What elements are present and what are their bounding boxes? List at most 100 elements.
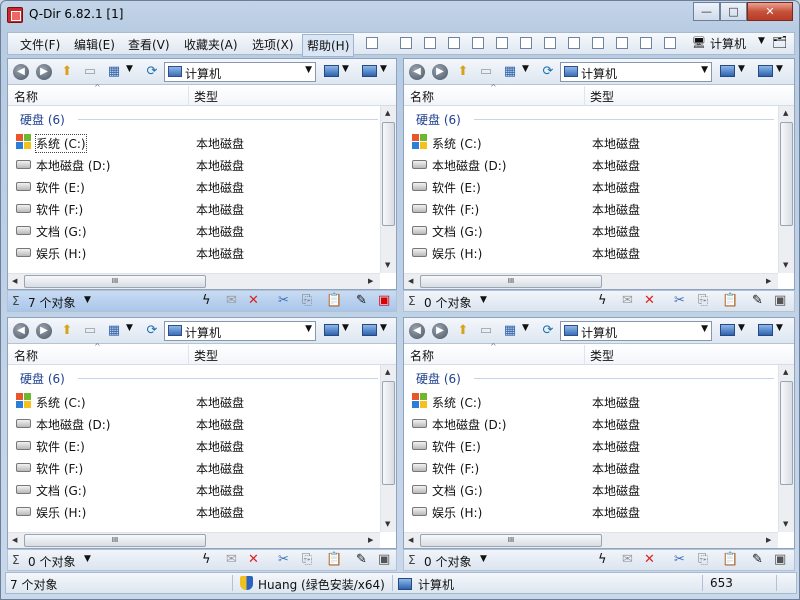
view-icon[interactable]: ▦ (106, 323, 122, 339)
scroll-right-icon[interactable]: ▶ (368, 277, 373, 285)
edit-icon[interactable]: ✎ (356, 553, 367, 567)
minimize-button[interactable]: — (693, 2, 720, 21)
hscroll-thumb[interactable]: III (420, 275, 602, 288)
network-dropdown-icon[interactable]: ▼ (776, 323, 783, 333)
mail-icon[interactable]: ✉ (226, 294, 237, 308)
count-dropdown-icon[interactable]: ▼ (480, 295, 487, 305)
delete-icon[interactable]: ✕ (644, 553, 655, 567)
monitor-dropdown-icon[interactable]: ▼ (738, 64, 745, 74)
list-item[interactable]: 系统 (C:) 本地磁盘 (16, 133, 376, 153)
view-icon[interactable]: ▦ (502, 64, 518, 80)
paste-icon[interactable]: 📋 (326, 553, 342, 567)
refresh-icon[interactable]: ⟳ (540, 64, 556, 80)
address-dropdown-icon[interactable]: ▼ (305, 324, 312, 334)
back-icon[interactable]: ◀ (409, 64, 425, 80)
view-dropdown-icon[interactable]: ▼ (126, 323, 133, 333)
flash-icon[interactable]: ϟ (598, 294, 607, 308)
list-item[interactable]: 系统 (C:) 本地磁盘 (16, 392, 376, 412)
list-item[interactable]: 文档 (G:) 本地磁盘 (412, 221, 772, 241)
mail-icon[interactable]: ✉ (622, 553, 633, 567)
list-item[interactable]: 软件 (F:) 本地磁盘 (412, 199, 772, 219)
pane-icon[interactable]: ▣ (774, 294, 786, 308)
list-item[interactable]: 软件 (E:) 本地磁盘 (16, 177, 376, 197)
count-dropdown-icon[interactable]: ▼ (480, 554, 487, 564)
back-icon[interactable]: ◀ (13, 323, 29, 339)
column-type[interactable]: 类型 (194, 88, 218, 105)
group-header[interactable]: 硬盘 (6) (416, 111, 461, 128)
monitor-icon[interactable] (324, 324, 339, 336)
address-bar[interactable]: 计算机 ▼ (164, 62, 316, 82)
layout-2-icon[interactable] (400, 37, 412, 49)
new-folder-icon[interactable]: ▭ (82, 323, 98, 339)
column-name[interactable]: 名称 (410, 88, 434, 105)
menu-favorites[interactable]: 收藏夹(A) (184, 36, 238, 53)
pane-icon[interactable]: ▣ (774, 553, 786, 567)
scroll-left-icon[interactable]: ◀ (12, 277, 17, 285)
scroll-up-icon[interactable]: ▲ (385, 109, 390, 117)
layout-11-icon[interactable] (616, 37, 628, 49)
count-dropdown-icon[interactable]: ▼ (84, 554, 91, 564)
vertical-scrollbar[interactable]: ▲ ▼ (778, 106, 794, 273)
list-item[interactable]: 软件 (F:) 本地磁盘 (412, 458, 772, 478)
scroll-up-icon[interactable]: ▲ (783, 109, 788, 117)
up-folder-icon[interactable]: ⬆ (455, 323, 471, 339)
horizontal-scrollbar[interactable]: ◀ III ▶ (404, 273, 778, 289)
refresh-icon[interactable]: ⟳ (144, 64, 160, 80)
horizontal-scrollbar[interactable]: ◀ III ▶ (8, 273, 380, 289)
mail-icon[interactable]: ✉ (622, 294, 633, 308)
delete-icon[interactable]: ✕ (644, 294, 655, 308)
layout-9-icon[interactable] (568, 37, 580, 49)
scroll-down-icon[interactable]: ▼ (385, 520, 390, 528)
scroll-left-icon[interactable]: ◀ (408, 536, 413, 544)
pane-icon[interactable]: ▣ (378, 553, 390, 567)
layout-8-icon[interactable] (544, 37, 556, 49)
list-item[interactable]: 文档 (G:) 本地磁盘 (16, 221, 376, 241)
column-separator[interactable] (188, 86, 189, 106)
paste-icon[interactable]: 📋 (722, 294, 738, 308)
back-icon[interactable]: ◀ (409, 323, 425, 339)
list-item[interactable]: 本地磁盘 (D:) 本地磁盘 (16, 414, 376, 434)
copy-icon[interactable]: ⎘ (698, 553, 708, 567)
pane-top-left[interactable]: ◀ ▶ ⬆ ▭ ▦ ▼ ⟳ 计算机 ▼ ▼ ▼ ^ 名称 类型 硬盘 (6) 系… (7, 58, 397, 290)
address-bar[interactable]: 计算机 ▼ (560, 62, 712, 82)
list-item[interactable]: 本地磁盘 (D:) 本地磁盘 (412, 155, 772, 175)
vertical-scrollbar[interactable]: ▲ ▼ (380, 106, 396, 273)
copy-icon[interactable]: ⎘ (302, 553, 312, 567)
list-item[interactable]: 本地磁盘 (D:) 本地磁盘 (16, 155, 376, 175)
paste-icon[interactable]: 📋 (722, 553, 738, 567)
forward-icon[interactable]: ▶ (432, 64, 448, 80)
network-icon[interactable] (362, 65, 377, 77)
column-separator[interactable] (584, 345, 585, 365)
group-header[interactable]: 硬盘 (6) (416, 370, 461, 387)
group-header[interactable]: 硬盘 (6) (20, 111, 65, 128)
scroll-up-icon[interactable]: ▲ (783, 368, 788, 376)
view-icon[interactable]: ▦ (502, 323, 518, 339)
layout-4-icon[interactable] (448, 37, 460, 49)
address-dropdown-icon[interactable]: ▼ (305, 65, 312, 75)
column-separator[interactable] (584, 86, 585, 106)
flash-icon[interactable]: ϟ (202, 553, 211, 567)
up-folder-icon[interactable]: ⬆ (455, 64, 471, 80)
monitor-dropdown-icon[interactable]: ▼ (342, 64, 349, 74)
menu-edit[interactable]: 编辑(E) (74, 36, 115, 53)
menu-view[interactable]: 查看(V) (128, 36, 170, 53)
edit-icon[interactable]: ✎ (752, 553, 763, 567)
list-item[interactable]: 本地磁盘 (D:) 本地磁盘 (412, 414, 772, 434)
delete-icon[interactable]: ✕ (248, 553, 259, 567)
edit-icon[interactable]: ✎ (356, 294, 367, 308)
new-folder-icon[interactable]: ▭ (478, 323, 494, 339)
list-item[interactable]: 文档 (G:) 本地磁盘 (16, 480, 376, 500)
refresh-icon[interactable]: ⟳ (540, 323, 556, 339)
paste-icon[interactable]: 📋 (326, 294, 342, 308)
menu-file[interactable]: 文件(F) (20, 36, 60, 53)
layout-5-icon[interactable] (472, 37, 484, 49)
view-dropdown-icon[interactable]: ▼ (522, 64, 529, 74)
layout-1-icon[interactable] (366, 37, 378, 49)
view-dropdown-icon[interactable]: ▼ (522, 323, 529, 333)
pane-bottom-right[interactable]: ◀ ▶ ⬆ ▭ ▦ ▼ ⟳ 计算机 ▼ ▼ ▼ ^ 名称 类型 硬盘 (6) 系… (403, 317, 795, 549)
list-item[interactable]: 软件 (E:) 本地磁盘 (412, 177, 772, 197)
network-icon[interactable] (758, 65, 773, 77)
cut-icon[interactable]: ✂ (278, 553, 289, 567)
monitor-dropdown-icon[interactable]: ▼ (738, 323, 745, 333)
forward-icon[interactable]: ▶ (36, 323, 52, 339)
